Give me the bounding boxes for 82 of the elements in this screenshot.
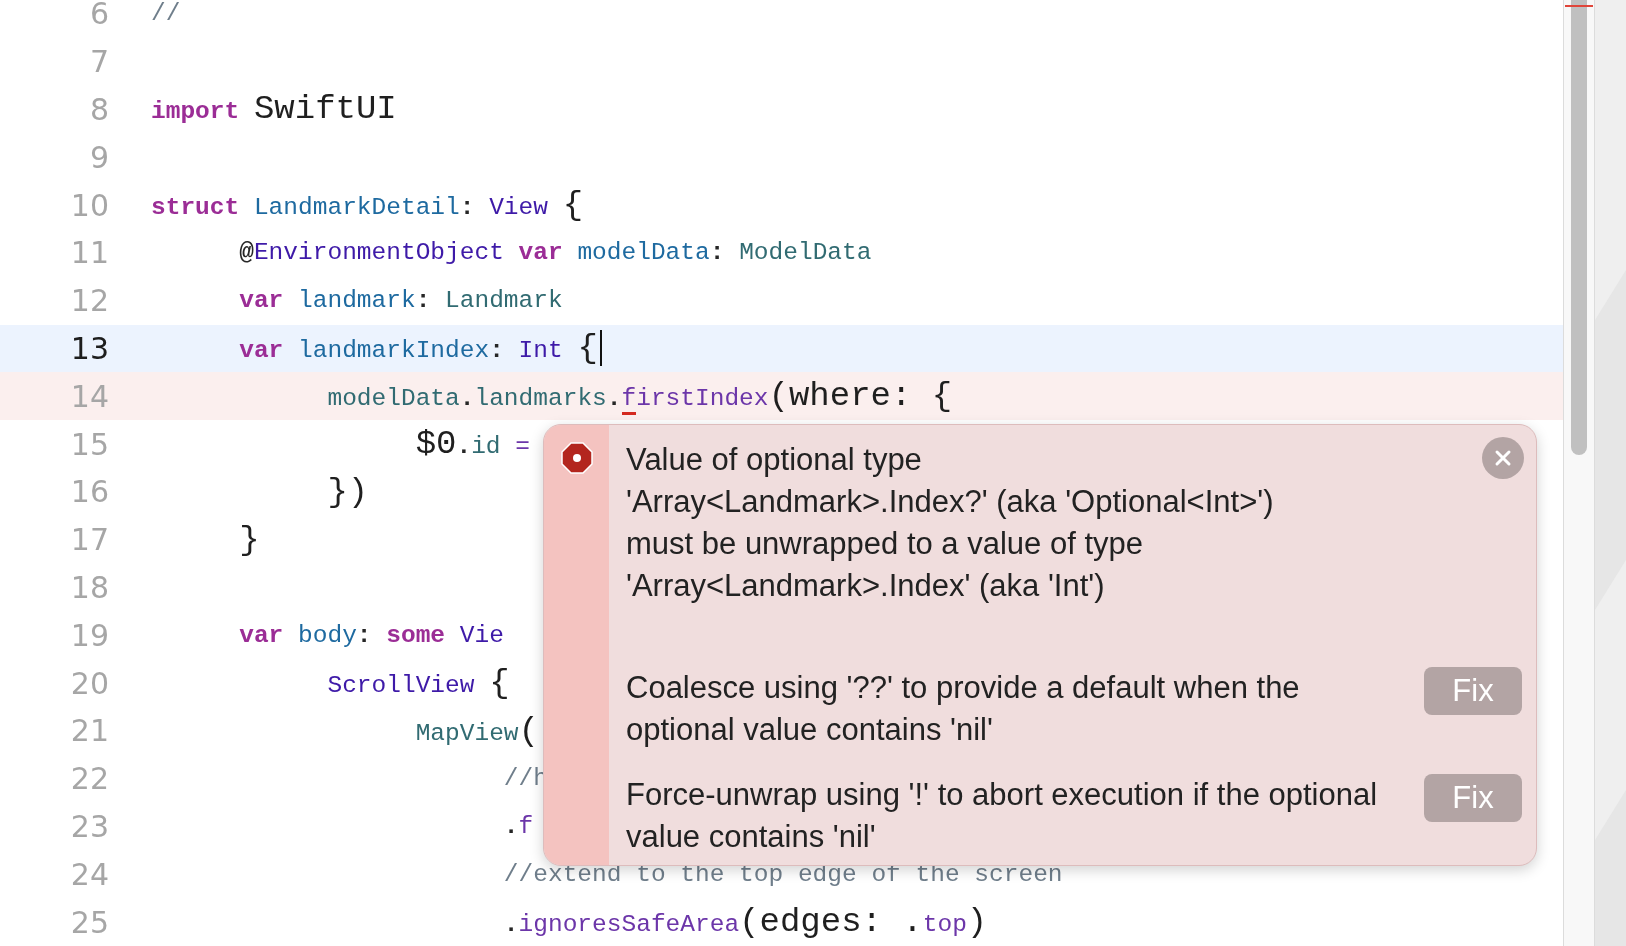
code-punctuation: .: [503, 812, 519, 840]
code-punctuation: .: [456, 433, 472, 461]
code-keyword: import: [151, 98, 240, 126]
line-number: 23: [69, 808, 109, 844]
code-text: {: [562, 186, 584, 225]
close-button[interactable]: [1482, 437, 1524, 479]
code-punctuation: :: [356, 621, 372, 649]
code-type: Vie: [459, 621, 504, 649]
code-identifier: id: [471, 433, 501, 461]
code-identifier: landmarkIndex: [298, 337, 490, 365]
code-keyword: var: [239, 287, 284, 315]
line-number: 22: [69, 761, 109, 797]
fix-button[interactable]: Fix: [1424, 774, 1522, 822]
text-cursor: [599, 330, 602, 367]
error-marker: [1565, 5, 1593, 7]
code-punctuation: @: [239, 239, 254, 267]
line-number: 11: [69, 235, 109, 271]
code-type: Int: [518, 337, 563, 365]
code-type: ScrollView: [327, 672, 475, 700]
line-number: 18: [69, 569, 109, 605]
code-keyword: var: [518, 239, 563, 267]
line-number: 12: [69, 283, 109, 319]
line-number: 15: [69, 426, 109, 462]
code-text: }: [239, 520, 260, 559]
line-number: 14: [69, 378, 109, 414]
line-number: 8: [88, 92, 109, 127]
code-identifier: ModelData: [739, 239, 872, 267]
code-member: firstIndex: [621, 385, 769, 413]
code-punctuation: .: [503, 911, 519, 939]
code-identifier: Landmark: [445, 287, 563, 315]
code-punctuation: :: [459, 194, 475, 222]
line-number: 9: [88, 139, 109, 175]
code-keyword: var: [239, 337, 284, 365]
code-member: f: [518, 812, 534, 840]
code-text: (edges: .: [739, 903, 923, 942]
line-number: 24: [69, 856, 109, 892]
code-punctuation: .: [606, 385, 622, 413]
code-comment: //: [151, 0, 181, 28]
code-identifier: landmarks: [474, 385, 607, 413]
code-identifier: modelData: [577, 239, 710, 267]
code-identifier: LandmarkDetail: [253, 194, 460, 222]
fix-suggestion: Force-unwrap using '!' to abort execution if the optional value contains 'nil': [626, 776, 1379, 856]
code-identifier: body: [298, 621, 357, 649]
error-message: Value of optional type 'Array<Landmark>.Index?' (aka 'Optional<Int>') must be unwrapped to a value of type 'Array<Landmark>.Index' (aka 'Int'): [626, 441, 1275, 605]
code-keyword: struct: [151, 194, 240, 222]
code-punctuation: .: [459, 385, 475, 413]
error-icon: [560, 442, 593, 474]
line-number: 20: [69, 665, 109, 701]
code-text: {: [489, 664, 510, 703]
code-punctuation: :: [415, 287, 431, 315]
line-number: 17: [69, 522, 109, 558]
line-number: 16: [69, 474, 109, 510]
code-identifier: MapView: [415, 719, 519, 747]
line-number: 6: [88, 0, 109, 32]
line-number: 25: [69, 904, 109, 940]
line-number: 21: [69, 713, 109, 749]
code-keyword: some: [386, 621, 446, 649]
line-number: 7: [88, 44, 109, 80]
scrollbar-thumb[interactable]: [1571, 0, 1587, 455]
code-type: View: [489, 194, 548, 222]
code-identifier: modelData: [327, 385, 460, 413]
code-text: SwiftUI: [253, 90, 397, 129]
line-number: 13: [69, 330, 109, 366]
code-punctuation: :: [489, 337, 504, 365]
code-text: (where: {: [768, 377, 953, 416]
code-punctuation: :: [709, 239, 725, 267]
code-text: $0: [415, 425, 457, 464]
line-number: 19: [69, 617, 109, 653]
fix-suggestion: Coalesce using '??' to provide a default when the optional value contains 'nil': [626, 669, 1301, 749]
close-icon: [1493, 448, 1513, 468]
code-member: ignoresSafeArea: [518, 911, 740, 939]
line-number: 10: [69, 187, 109, 223]
code-text: (: [518, 711, 539, 750]
code-member: =: [515, 433, 530, 461]
code-identifier: landmark: [298, 287, 416, 315]
code-text: ): [966, 903, 988, 942]
code-member: top: [922, 911, 967, 939]
code-keyword: var: [239, 621, 284, 649]
code-type: EnvironmentObject: [253, 239, 504, 267]
code-text: }): [327, 472, 369, 511]
code-text: {: [577, 329, 598, 368]
fix-button[interactable]: Fix: [1424, 667, 1522, 715]
